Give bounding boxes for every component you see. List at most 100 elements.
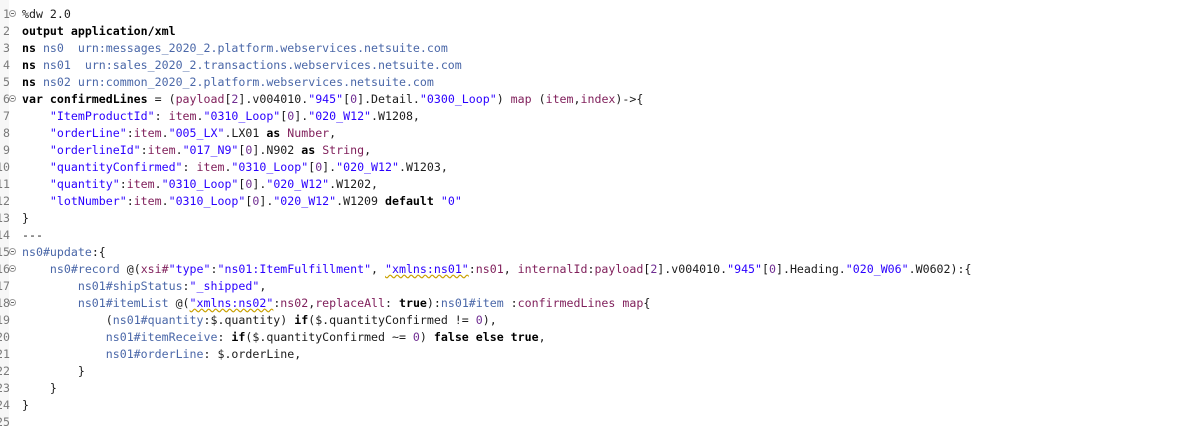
code-token: false else true bbox=[433, 330, 539, 344]
code-token: ns01#itemReceive bbox=[105, 330, 218, 344]
code-token: .W1203, bbox=[398, 160, 448, 174]
code-token: : bbox=[154, 109, 169, 123]
code-line: 5 ns ns02 urn:common_2020_2.platform.webs… bbox=[0, 74, 1194, 91]
code-line: 4 ns ns01 urn:sales_2020_2.transactions.w… bbox=[0, 57, 1194, 74]
code-token: internalId bbox=[517, 262, 588, 276]
line-number: 2 bbox=[3, 24, 10, 38]
code-token: item bbox=[133, 194, 162, 208]
code-token: as bbox=[266, 126, 281, 140]
code-token: : bbox=[182, 160, 197, 174]
code-token: "0310_Loop" bbox=[231, 160, 309, 174]
code-text: ns01#shipStatus:"_shipped", bbox=[22, 278, 266, 295]
code-token: 0 bbox=[769, 262, 776, 276]
code-token: : bbox=[503, 296, 518, 310]
code-token: . bbox=[161, 126, 169, 140]
code-token: true bbox=[398, 296, 427, 310]
code-token: .W1208, bbox=[371, 109, 420, 123]
fold-toggle-icon[interactable] bbox=[9, 299, 16, 306]
code-text: ns ns0 urn:messages_2020_2.platform.webs… bbox=[22, 40, 448, 57]
code-token: output application/xml bbox=[22, 24, 176, 38]
code-line: 1 %dw 2.0 bbox=[0, 6, 1194, 23]
code-token: "020_W12" bbox=[308, 109, 372, 123]
line-number: 22 bbox=[0, 364, 10, 378]
code-token: ns bbox=[22, 41, 43, 55]
code-line: 10 "quantityConfirmed": item."0310_Loop"… bbox=[0, 159, 1194, 176]
code-token: ns01 bbox=[42, 58, 71, 72]
code-text: "orderlineId":item."017_N9"[0].N902 as S… bbox=[22, 142, 371, 159]
code-token: ($.quantityConfirmed ~= bbox=[245, 330, 413, 344]
code-token: "945" bbox=[727, 262, 763, 276]
code-text: } bbox=[22, 397, 29, 414]
line-number: 7 bbox=[3, 109, 10, 123]
code-token: Number bbox=[287, 126, 330, 140]
code-token: urn:messages_2020_2.platform.webservices… bbox=[77, 41, 448, 55]
code-line: 20 ns01#itemReceive: if($.quantityConfir… bbox=[0, 329, 1194, 346]
code-token: "0" bbox=[440, 194, 462, 208]
line-number: 9 bbox=[3, 143, 10, 157]
code-token: 0 bbox=[412, 330, 420, 344]
code-token: : bbox=[182, 279, 190, 293]
code-token: ns02 bbox=[42, 75, 71, 89]
line-number: 20 bbox=[0, 330, 10, 344]
line-number: 3 bbox=[3, 41, 10, 55]
code-token: "945" bbox=[308, 92, 344, 106]
code-text: } bbox=[22, 380, 57, 397]
code-token: . bbox=[161, 194, 169, 208]
code-line: 6 var confirmedLines = (payload[2].v00401… bbox=[0, 91, 1194, 108]
code-text: --- bbox=[22, 227, 43, 244]
code-token: ns01 bbox=[475, 262, 504, 276]
code-token: ]. bbox=[259, 194, 274, 208]
code-line: 9 "orderlineId":item."017_N9"[0].N902 as… bbox=[0, 142, 1194, 159]
code-line: 2 output application/xml bbox=[0, 23, 1194, 40]
code-token: . bbox=[175, 143, 183, 157]
code-text: ns01#itemList @("xmlns:ns02":ns02,replac… bbox=[22, 295, 650, 312]
code-token: : bbox=[468, 262, 476, 276]
code-token: "020_W12" bbox=[336, 160, 399, 174]
line-number: 12 bbox=[0, 194, 10, 208]
code-token: , bbox=[538, 330, 546, 344]
code-token: "xmlns:ns01" bbox=[385, 262, 469, 276]
code-token: } bbox=[22, 211, 29, 225]
code-token: map bbox=[510, 92, 532, 106]
fold-toggle-icon[interactable] bbox=[9, 265, 16, 272]
code-token: replaceAll bbox=[315, 296, 386, 310]
code-token: .W1202, bbox=[329, 177, 379, 191]
code-token: if bbox=[294, 313, 309, 327]
code-token: if bbox=[231, 330, 246, 344]
code-token: ns0#record bbox=[49, 262, 120, 276]
code-text: ns ns02 urn:common_2020_2.platform.webse… bbox=[22, 74, 434, 91]
code-text: "lotNumber":item."0310_Loop"[0]."020_W12… bbox=[22, 193, 462, 210]
code-text: ns ns01 urn:sales_2020_2.transactions.we… bbox=[22, 57, 462, 74]
code-token: default bbox=[385, 194, 434, 208]
code-token: = ( bbox=[147, 92, 176, 106]
code-token: , bbox=[573, 92, 581, 106]
code-token: "020_W12" bbox=[266, 177, 330, 191]
fold-toggle-icon[interactable] bbox=[9, 10, 16, 17]
code-token: .LX01 bbox=[224, 126, 267, 140]
fold-toggle-icon[interactable] bbox=[9, 95, 16, 102]
code-token: "ItemProductId" bbox=[49, 109, 155, 123]
code-editor[interactable]: 1 %dw 2.0 2 output application/xml 3 ns ns0 u… bbox=[0, 0, 1194, 429]
fold-toggle-icon[interactable] bbox=[9, 248, 16, 255]
code-line: 18 ns01#itemList @("xmlns:ns02":ns02,rep… bbox=[0, 295, 1194, 312]
code-token: , bbox=[259, 279, 267, 293]
code-token: ns bbox=[22, 58, 43, 72]
code-token: : bbox=[119, 177, 127, 191]
code-token: "0300_Loop" bbox=[419, 92, 497, 106]
code-token: ($.quantityConfirmed != bbox=[308, 313, 476, 327]
code-token: ns01#shipStatus bbox=[77, 279, 183, 293]
code-token: : bbox=[126, 126, 134, 140]
code-token: "type" bbox=[168, 262, 211, 276]
code-text: %dw 2.0 bbox=[22, 6, 71, 23]
line-number: 5 bbox=[3, 75, 10, 89]
code-token: "005_LX" bbox=[168, 126, 225, 140]
line-number: 24 bbox=[0, 398, 10, 412]
code-token: ( bbox=[22, 313, 113, 327]
